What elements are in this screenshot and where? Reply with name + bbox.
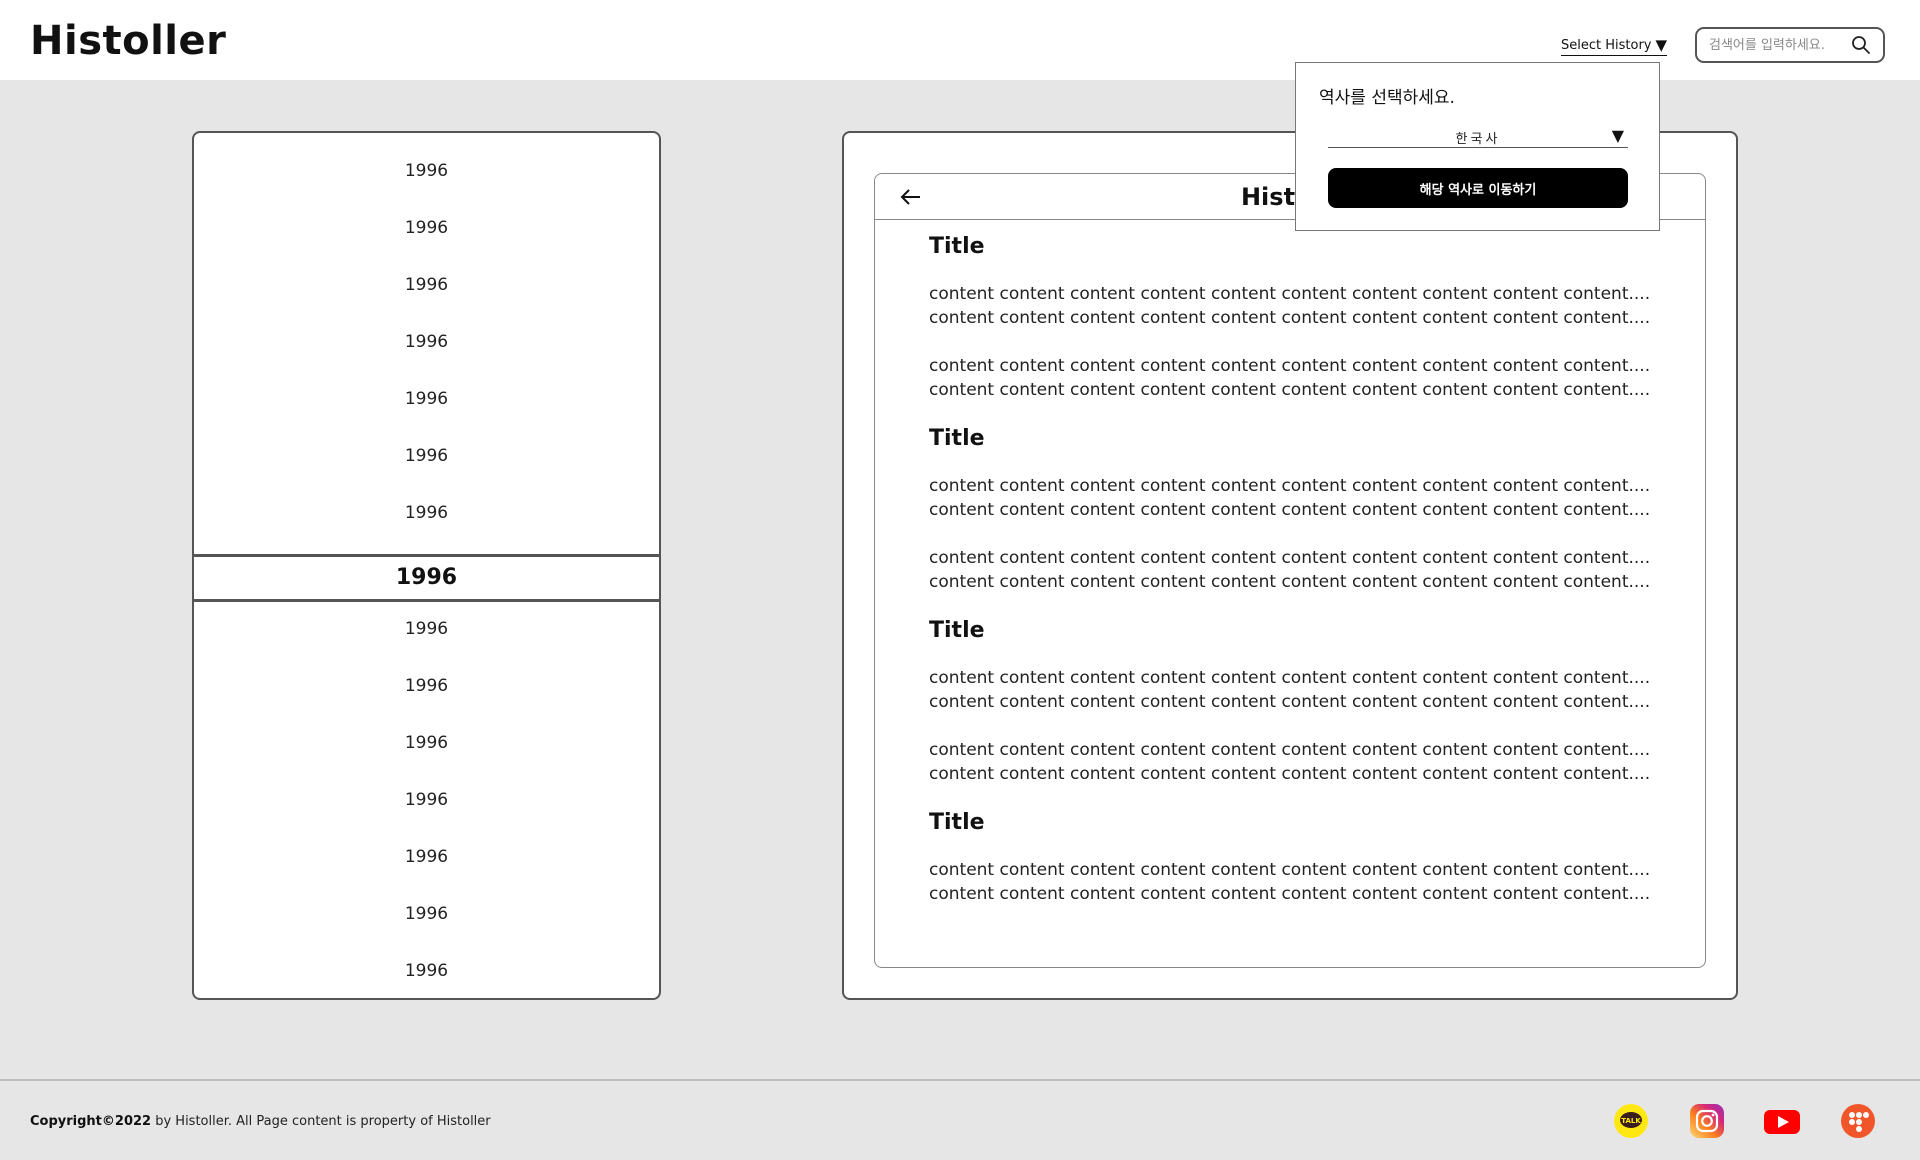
content-section: Title content content content content con… (929, 810, 1669, 906)
year-item[interactable]: 1996 (194, 441, 659, 471)
search-icon[interactable] (1851, 35, 1871, 55)
popup-title: 역사를 선택하세요. (1319, 88, 1455, 108)
search-input[interactable] (1709, 37, 1849, 53)
year-item[interactable]: 1996 (194, 327, 659, 357)
year-item[interactable]: 1996 (194, 270, 659, 300)
history-select[interactable]: 한국사 ▼ (1328, 126, 1628, 148)
paragraph-line: content content content content content … (929, 548, 1651, 568)
section-paragraph: content content content content content … (929, 546, 1669, 594)
caret-down-icon: ▼ (1611, 126, 1624, 145)
section-paragraph: content content content content content … (929, 474, 1669, 522)
year-item[interactable]: 1996 (194, 671, 659, 701)
year-item[interactable]: 1996 (194, 785, 659, 815)
year-item[interactable]: 1996 (194, 899, 659, 929)
footer-divider (0, 1079, 1920, 1081)
paragraph-line: content content content content content … (929, 668, 1651, 688)
sections: Title content content content content con… (929, 234, 1669, 930)
year-item[interactable]: 1996 (194, 156, 659, 186)
copyright-rest: by Histoller. All Page content is proper… (151, 1114, 491, 1129)
copyright-text: Copyright©2022 by Histoller. All Page co… (30, 1114, 491, 1129)
history-card: History Title content content content con… (874, 173, 1706, 968)
section-title: Title (929, 426, 985, 451)
content-section: Title content content content content con… (929, 234, 1669, 402)
section-paragraph: content content content content content … (929, 666, 1669, 714)
twitch-icon[interactable] (1840, 1103, 1876, 1139)
content-panel: History Title content content content con… (842, 131, 1738, 1000)
section-title: Title (929, 618, 985, 643)
paragraph-line: content content content content content … (929, 284, 1651, 304)
select-history-popup: 역사를 선택하세요. 한국사 ▼ 해당 역사로 이동하기 (1295, 62, 1660, 231)
instagram-icon[interactable] (1689, 1103, 1725, 1139)
paragraph-line: content content content content content … (929, 740, 1651, 760)
year-item[interactable]: 1996 (194, 842, 659, 872)
paragraph-line: content content content content content … (929, 764, 1651, 784)
kakaotalk-icon[interactable]: TALK (1613, 1103, 1649, 1139)
select-history-dropdown[interactable]: Select History ▼ (1561, 36, 1668, 56)
search-box (1695, 27, 1885, 63)
section-paragraph: content content content content content … (929, 282, 1669, 330)
year-item[interactable]: 1996 (194, 956, 659, 986)
paragraph-line: content content content content content … (929, 860, 1651, 880)
year-item-selected[interactable]: 1996 (194, 554, 659, 602)
section-paragraph: content content content content content … (929, 858, 1669, 906)
kakao-label: TALK (1621, 1117, 1641, 1125)
paragraph-line: content content content content content … (929, 308, 1651, 328)
site-logo[interactable]: Histoller (30, 18, 226, 64)
section-title: Title (929, 234, 985, 259)
copyright-bold: Copyright©2022 (30, 1114, 152, 1129)
content-section: Title content content content content con… (929, 426, 1669, 594)
select-history-label: Select History (1561, 37, 1652, 53)
youtube-icon[interactable] (1764, 1103, 1800, 1139)
paragraph-line: content content content content content … (929, 884, 1651, 904)
year-item[interactable]: 1996 (194, 498, 659, 528)
section-title: Title (929, 810, 985, 835)
section-paragraph: content content content content content … (929, 354, 1669, 402)
year-item[interactable]: 1996 (194, 614, 659, 644)
content-section: Title content content content content con… (929, 618, 1669, 786)
year-list-panel[interactable]: 1996 1996 1996 1996 1996 1996 1996 1996 1996 1996… (192, 131, 661, 1000)
year-item[interactable]: 1996 (194, 213, 659, 243)
paragraph-line: content content content content content … (929, 356, 1651, 376)
paragraph-line: content content content content content … (929, 476, 1651, 496)
paragraph-line: content content content content content … (929, 500, 1651, 520)
caret-down-icon: ▼ (1655, 36, 1668, 54)
year-item[interactable]: 1996 (194, 384, 659, 414)
history-select-value: 한국사 (1455, 132, 1501, 147)
paragraph-line: content content content content content … (929, 380, 1651, 400)
paragraph-line: content content content content content … (929, 572, 1651, 592)
go-to-history-button[interactable]: 해당 역사로 이동하기 (1328, 168, 1628, 208)
section-paragraph: content content content content content … (929, 738, 1669, 786)
paragraph-line: content content content content content … (929, 692, 1651, 712)
year-item[interactable]: 1996 (194, 728, 659, 758)
